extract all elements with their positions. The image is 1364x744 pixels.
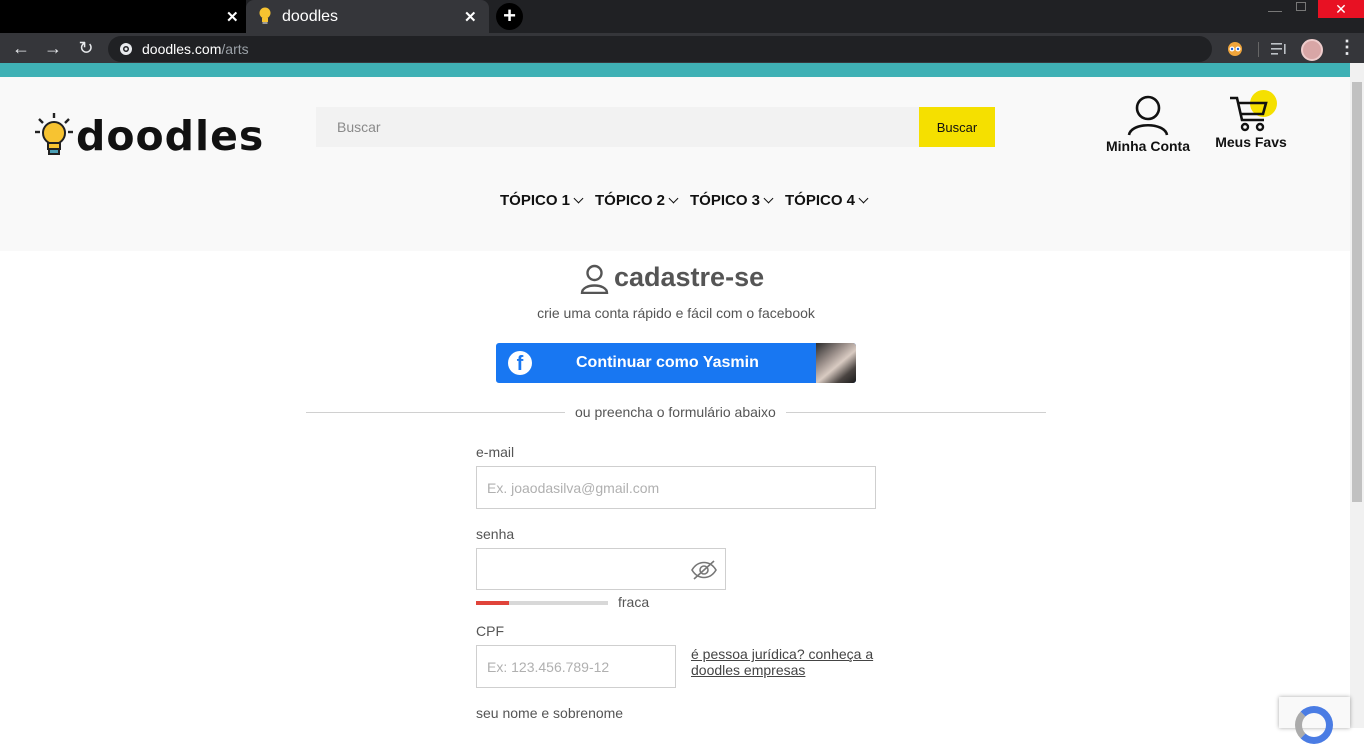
- media-queue-icon[interactable]: [1270, 40, 1288, 58]
- browser-tab-bar: ✕ doodles ✕ + ✕: [0, 0, 1364, 33]
- account-link[interactable]: Minha Conta: [1102, 94, 1194, 156]
- divider-text: ou preencha o formulário abaixo: [575, 404, 776, 420]
- forward-arrow-icon[interactable]: →: [41, 36, 65, 60]
- favs-label: Meus Favs: [1215, 134, 1287, 150]
- business-account-link[interactable]: é pessoa jurídica? conheça a doodles emp…: [691, 646, 881, 678]
- logo-text: doodles: [76, 112, 265, 160]
- more-menu-icon[interactable]: ⋮: [1338, 37, 1356, 58]
- toolbar-separator: [1258, 42, 1259, 57]
- back-arrow-icon[interactable]: ←: [9, 36, 33, 60]
- nav-topic-label: TÓPICO 3: [690, 192, 761, 209]
- chevron-down-icon: [858, 193, 869, 204]
- close-window-button[interactable]: ✕: [1318, 0, 1364, 18]
- cart-icon: [1230, 96, 1268, 132]
- cpf-field[interactable]: [476, 645, 676, 688]
- user-icon: [580, 264, 609, 294]
- eye-off-icon[interactable]: [690, 558, 718, 582]
- maximize-window-icon[interactable]: [1296, 2, 1306, 11]
- account-label: Minha Conta: [1106, 138, 1190, 154]
- lightbulb-icon: [259, 7, 271, 24]
- address-bar[interactable]: doodles.com/arts: [108, 36, 1212, 62]
- reload-icon[interactable]: ↻: [74, 36, 98, 60]
- search-button[interactable]: Buscar: [919, 107, 995, 147]
- tab-title: doodles: [282, 8, 339, 25]
- url-text: doodles.com/arts: [142, 41, 249, 57]
- nav-topic-label: TÓPICO 4: [785, 192, 856, 209]
- top-accent-bar: [0, 63, 1350, 77]
- recaptcha-badge[interactable]: [1279, 697, 1350, 744]
- extension-icon[interactable]: [1226, 40, 1244, 58]
- chevron-down-icon: [573, 193, 584, 204]
- password-strength-bar: [476, 601, 509, 605]
- nav-topic-4[interactable]: TÓPICO 4: [785, 192, 869, 209]
- chevron-down-icon: [668, 193, 679, 204]
- nav-topic-label: TÓPICO 1: [500, 192, 571, 209]
- signup-title: cadastre-se: [614, 262, 765, 292]
- globe-icon: [120, 43, 132, 55]
- signup-subtitle: crie uma conta rápido e fácil com o face…: [537, 305, 815, 321]
- scrollbar-thumb[interactable]: [1352, 82, 1362, 502]
- close-tab-icon[interactable]: ✕: [226, 8, 239, 26]
- name-label: seu nome e sobrenome: [476, 705, 624, 721]
- search-input[interactable]: [316, 107, 920, 147]
- site-logo[interactable]: doodles: [34, 110, 263, 162]
- profile-avatar[interactable]: [1301, 39, 1323, 61]
- chevron-down-icon: [763, 193, 774, 204]
- divider-line-left: [306, 412, 565, 413]
- nav-topic-1[interactable]: TÓPICO 1: [500, 192, 584, 209]
- minimize-window-icon[interactable]: [1268, 2, 1282, 12]
- facebook-login-button[interactable]: f Continuar como Yasmin: [496, 343, 856, 383]
- user-icon: [1127, 95, 1169, 136]
- email-label: e-mail: [476, 444, 515, 460]
- password-label: senha: [476, 526, 515, 542]
- divider-line-right: [786, 412, 1046, 413]
- facebook-user-avatar: [816, 343, 856, 383]
- email-field[interactable]: [476, 466, 876, 509]
- close-tab-icon[interactable]: ✕: [464, 8, 477, 26]
- cpf-label: CPF: [476, 623, 504, 639]
- password-field[interactable]: [476, 548, 726, 590]
- password-strength-text: fraca: [618, 594, 650, 610]
- lightbulb-icon: [35, 113, 73, 155]
- facebook-icon: f: [508, 351, 532, 375]
- nav-topic-3[interactable]: TÓPICO 3: [690, 192, 774, 209]
- browser-tab-inactive[interactable]: ✕: [0, 0, 246, 33]
- facebook-button-label: Continuar como Yasmin: [576, 354, 759, 371]
- recaptcha-icon: [1295, 706, 1333, 744]
- browser-toolbar: ← → ↻ doodles.com/arts ⋮: [0, 33, 1364, 63]
- favs-link[interactable]: Meus Favs: [1210, 90, 1292, 156]
- nav-topic-2[interactable]: TÓPICO 2: [595, 192, 679, 209]
- nav-topic-label: TÓPICO 2: [595, 192, 666, 209]
- browser-tab-active[interactable]: doodles ✕: [246, 0, 489, 33]
- new-tab-button[interactable]: +: [496, 3, 523, 30]
